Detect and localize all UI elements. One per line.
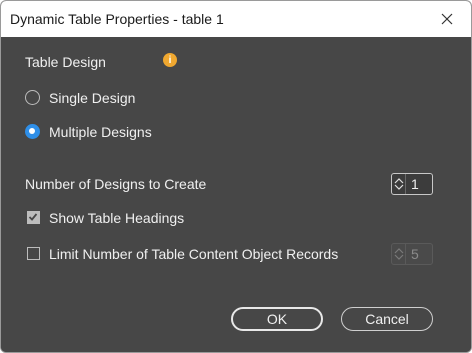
chevron-up-icon: [394, 248, 403, 254]
title-bar: Dynamic Table Properties - table 1: [1, 1, 471, 37]
chevron-up-icon[interactable]: [394, 177, 404, 184]
stepper-arrows-disabled: [392, 244, 406, 264]
limit-records-stepper: 5: [391, 243, 433, 265]
ok-button[interactable]: OK: [231, 307, 323, 331]
close-icon: [441, 13, 453, 25]
multiple-designs-radio[interactable]: [25, 124, 40, 139]
chevron-down-icon[interactable]: [394, 184, 404, 191]
designs-count-value[interactable]: 1: [406, 176, 419, 192]
single-design-radio[interactable]: [25, 90, 40, 105]
dialog-body: Table Design i Single Design Multiple De…: [1, 37, 471, 352]
cancel-button[interactable]: Cancel: [341, 307, 433, 331]
close-button[interactable]: [429, 5, 465, 33]
show-headings-checkbox[interactable]: [27, 211, 40, 224]
designs-count-stepper[interactable]: 1: [391, 173, 433, 195]
stepper-arrows[interactable]: [392, 174, 406, 194]
multiple-designs-label[interactable]: Multiple Designs: [49, 124, 152, 140]
single-design-label[interactable]: Single Design: [49, 90, 135, 106]
limit-records-checkbox[interactable]: [27, 247, 40, 260]
limit-records-value: 5: [411, 246, 419, 262]
limit-records-label[interactable]: Limit Number of Table Content Object Rec…: [49, 246, 338, 262]
window-title: Dynamic Table Properties - table 1: [10, 11, 224, 27]
checkmark-icon: [28, 213, 38, 221]
info-icon[interactable]: i: [163, 53, 177, 67]
chevron-down-icon: [394, 254, 403, 260]
designs-count-label: Number of Designs to Create: [25, 176, 207, 192]
table-design-label: Table Design: [25, 54, 106, 70]
dialog-window: Dynamic Table Properties - table 1 Table…: [0, 0, 472, 353]
show-headings-label[interactable]: Show Table Headings: [49, 210, 184, 226]
